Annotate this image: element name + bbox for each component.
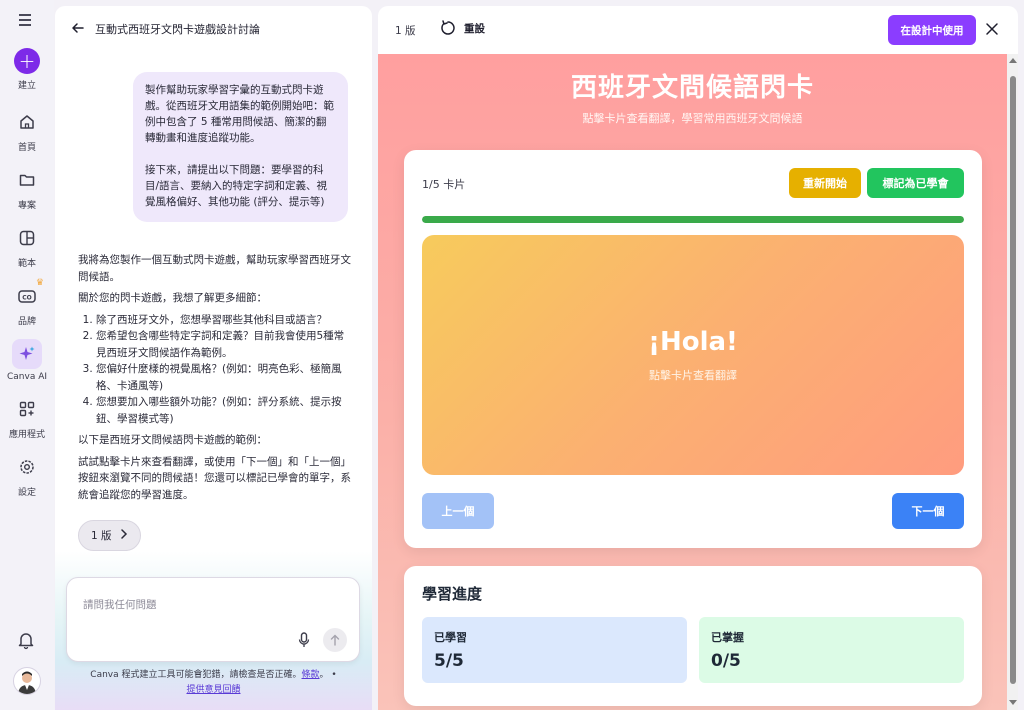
flashcard-hint: 點擊卡片查看翻譯 bbox=[649, 369, 737, 382]
version-button[interactable]: 1 版 bbox=[78, 520, 141, 551]
chat-panel: 互動式西班牙文閃卡遊戲設計討論 製作幫助玩家學習字彙的互動式閃卡遊戲。從西班牙文… bbox=[55, 6, 372, 710]
microphone-icon[interactable] bbox=[298, 632, 310, 652]
back-arrow-icon[interactable] bbox=[71, 20, 85, 39]
use-in-design-button[interactable]: 在設計中使用 bbox=[888, 15, 976, 45]
flashcard-panel: 1/5 卡片 重新開始 標記為已學會 ¡Hola! 點擊卡片查看翻譯 上一個 下… bbox=[404, 150, 982, 548]
rail-item-brand[interactable]: ♛ CO 品牌 bbox=[0, 278, 54, 327]
close-icon[interactable] bbox=[985, 21, 999, 40]
preview-version[interactable]: 1 版 bbox=[395, 23, 416, 38]
create-button[interactable]: + bbox=[14, 48, 40, 74]
user-message-p2: 接下來，請提出以下問題：要學習的科目/語言、要納入的特定字詞和定義、視覺風格偏好… bbox=[145, 164, 328, 208]
app-subtitle: 點擊卡片查看翻譯，學習常用西班牙文問候語 bbox=[582, 112, 803, 125]
template-icon bbox=[12, 223, 42, 253]
rail-item-templates[interactable]: 範本 bbox=[0, 223, 54, 269]
chat-header: 互動式西班牙文閃卡遊戲設計討論 bbox=[55, 6, 372, 52]
reset-label: 重設 bbox=[464, 22, 485, 35]
prev-button[interactable]: 上一個 bbox=[422, 493, 494, 529]
disclaimer: Canva 程式建立工具可能會犯錯，請檢查是否正確。條款。 • 提供意見回饋 bbox=[90, 670, 337, 695]
chat-input[interactable]: 請問我任何問題 bbox=[66, 577, 360, 662]
disclaimer-text: Canva 程式建立工具可能會犯錯，請檢查是否正確。 bbox=[90, 670, 302, 680]
sparkle-icon bbox=[12, 339, 42, 369]
question-item: 您希望包含哪些特定字詞和定義？目前我會使用5種常見西班牙文問候語作為範例。 bbox=[96, 328, 352, 361]
rail-item-label: 專案 bbox=[17, 201, 36, 211]
mastered-value: 0/5 bbox=[711, 651, 741, 671]
assistant-intro: 我將為您製作一個互動式閃卡遊戲，幫助玩家學習西班牙文問候語。 bbox=[78, 254, 351, 283]
rail-item-label: 設定 bbox=[17, 488, 36, 498]
assistant-example-intro: 以下是西班牙文問候語閃卡遊戲的範例： bbox=[78, 434, 267, 446]
rail-item-canva-ai[interactable]: Canva AI bbox=[0, 339, 54, 382]
mark-learned-button[interactable]: 標記為已學會 bbox=[867, 168, 964, 198]
rail-item-label: 應用程式 bbox=[8, 430, 45, 440]
flashcard-app: 西班牙文問候語閃卡 點擊卡片查看翻譯，學習常用西班牙文問候語 1/5 卡片 重新… bbox=[378, 54, 1007, 710]
crown-icon: ♛ bbox=[35, 278, 44, 288]
restart-button[interactable]: 重新開始 bbox=[789, 168, 861, 198]
terms-link[interactable]: 條款 bbox=[302, 670, 320, 680]
card-counter: 1/5 卡片 bbox=[422, 178, 466, 191]
bell-icon[interactable] bbox=[16, 630, 36, 654]
next-button[interactable]: 下一個 bbox=[892, 493, 964, 529]
user-message-p1: 製作幫助玩家學習字彙的互動式閃卡遊戲。從西班牙文用語集的範例開始吧：範例中包含了… bbox=[145, 84, 334, 144]
app-title: 西班牙文問候語閃卡 bbox=[570, 73, 814, 103]
rail-item-label: 範本 bbox=[17, 259, 36, 269]
avatar[interactable] bbox=[13, 667, 41, 695]
reset-button[interactable]: 重設 bbox=[440, 20, 485, 36]
flashcard-word: ¡Hola! bbox=[648, 327, 738, 357]
progress-bar bbox=[422, 216, 964, 223]
user-message: 製作幫助玩家學習字彙的互動式閃卡遊戲。從西班牙文用語集的範例開始吧：範例中包含了… bbox=[133, 72, 348, 222]
menu-icon[interactable] bbox=[16, 12, 38, 28]
assistant-ask: 關於您的閃卡遊戲，我想了解更多細節： bbox=[78, 292, 267, 304]
apps-icon bbox=[12, 394, 42, 424]
assistant-instructions: 試試點擊卡片來查看翻譯，或使用「下一個」和「上一個」按鈕來瀏覽不同的問候語！您還… bbox=[78, 455, 351, 501]
chat-title: 互動式西班牙文閃卡遊戲設計討論 bbox=[95, 23, 260, 36]
create-label: 建立 bbox=[17, 81, 36, 91]
home-icon bbox=[12, 107, 42, 137]
assistant-message: 我將為您製作一個互動式閃卡遊戲，幫助玩家學習西班牙文問候語。 關於您的閃卡遊戲，… bbox=[78, 252, 352, 508]
chevron-right-icon bbox=[120, 529, 128, 542]
rail-item-label: 首頁 bbox=[17, 143, 36, 153]
preview-header: 1 版 重設 在設計中使用 bbox=[378, 6, 1018, 54]
svg-text:CO: CO bbox=[22, 295, 32, 302]
gear-icon bbox=[12, 452, 42, 482]
learning-progress-panel: 學習進度 已學習 5/5 已掌握 0/5 bbox=[404, 566, 982, 706]
question-item: 除了西班牙文外，您想學習哪些其他科目或語言？ bbox=[96, 312, 352, 329]
rail-item-settings[interactable]: 設定 bbox=[0, 452, 54, 498]
version-button-label: 1 版 bbox=[91, 530, 112, 542]
rail-item-label: Canva AI bbox=[6, 372, 48, 382]
left-rail: + 建立 首頁 專案 範本 ♛ CO 品牌 Canva AI 應用程式 設定 bbox=[0, 0, 54, 710]
learned-label: 已學習 bbox=[434, 631, 467, 644]
preview-panel: 1 版 重設 在設計中使用 西班牙文問候語閃卡 點擊卡片查看翻譯，學習常用西班牙… bbox=[378, 6, 1018, 710]
learned-stat: 已學習 5/5 bbox=[422, 617, 687, 683]
mastered-stat: 已掌握 0/5 bbox=[699, 617, 964, 683]
learned-value: 5/5 bbox=[434, 651, 464, 671]
send-button[interactable] bbox=[323, 628, 347, 652]
rail-item-home[interactable]: 首頁 bbox=[0, 107, 54, 153]
question-list: 除了西班牙文外，您想學習哪些其他科目或語言？ 您希望包含哪些特定字詞和定義？目前… bbox=[78, 312, 352, 428]
scrollbar-thumb[interactable] bbox=[1010, 76, 1016, 684]
feedback-link[interactable]: 提供意見回饋 bbox=[186, 685, 240, 695]
chat-input-placeholder: 請問我任何問題 bbox=[83, 599, 157, 611]
rail-item-projects[interactable]: 專案 bbox=[0, 165, 54, 211]
scroll-down-arrow-icon[interactable] bbox=[1009, 700, 1017, 705]
reset-icon bbox=[441, 20, 455, 35]
arrow-up-icon bbox=[330, 634, 340, 646]
question-item: 您想要加入哪些額外功能？(例如：評分系統、提示按鈕、學習模式等) bbox=[96, 394, 352, 427]
mastered-label: 已掌握 bbox=[711, 631, 744, 644]
flashcard[interactable]: ¡Hola! 點擊卡片查看翻譯 bbox=[422, 235, 964, 475]
progress-bar-fill bbox=[422, 216, 964, 223]
rail-item-label: 品牌 bbox=[17, 317, 36, 327]
rail-item-apps[interactable]: 應用程式 bbox=[0, 394, 54, 440]
scroll-up-arrow-icon[interactable] bbox=[1009, 58, 1017, 63]
question-item: 您偏好什麼樣的視覺風格？(例如：明亮色彩、極簡風格、卡通風等) bbox=[96, 361, 352, 394]
folder-icon bbox=[12, 165, 42, 195]
progress-title: 學習進度 bbox=[422, 585, 483, 603]
